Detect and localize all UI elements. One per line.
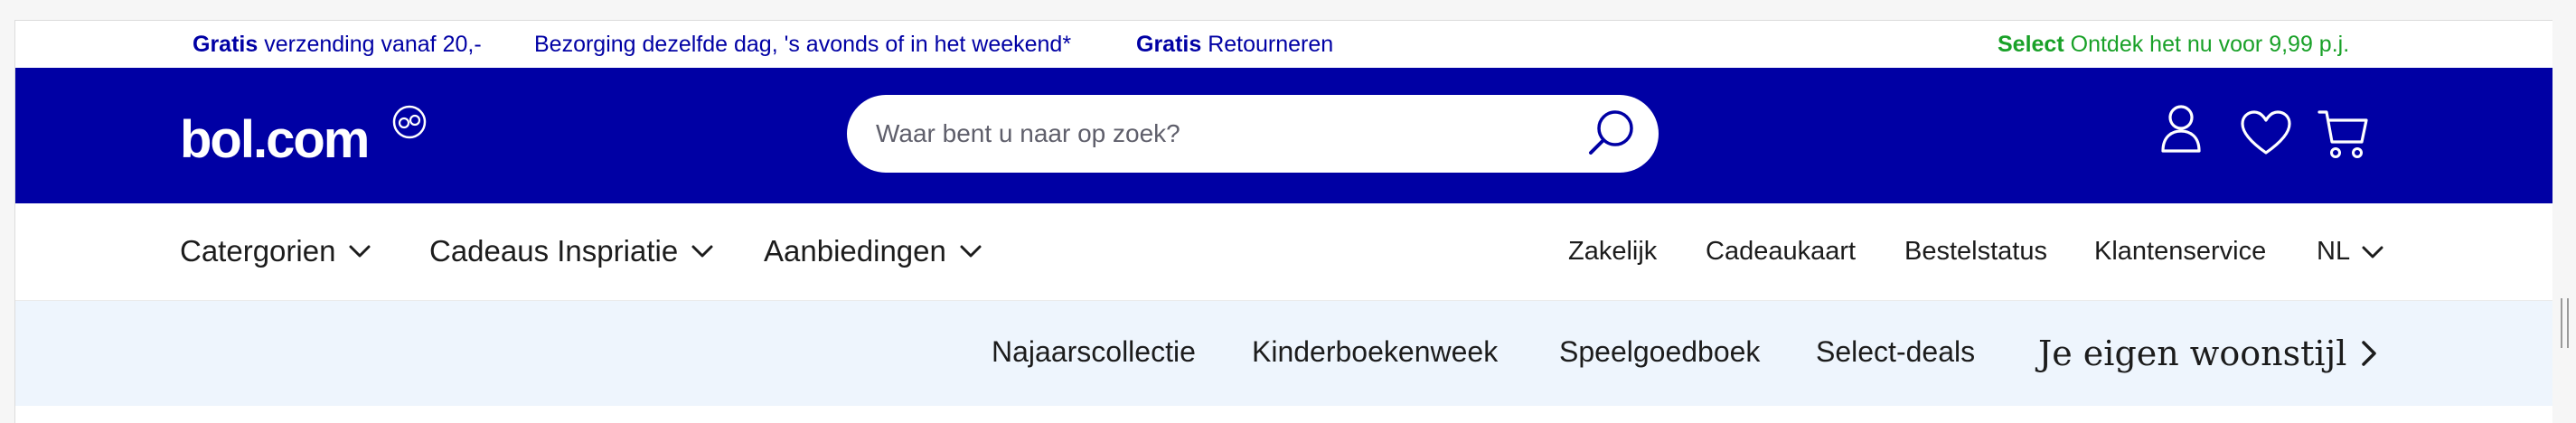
promo-shipping-bold: Gratis (193, 32, 259, 57)
nav-offers-label: Aanbiedingen (764, 234, 946, 268)
nav-giftcard-link[interactable]: Cadeaukaart (1706, 237, 1856, 267)
search-button[interactable] (1584, 107, 1639, 161)
promo-returns-text: Retourneren (1201, 32, 1334, 57)
main-nav: Catergorien Cadeaus Inspriatie Aanbiedin… (15, 203, 2552, 301)
subnav-interior-style-label: Je eigen woonstijl (2038, 334, 2347, 373)
promo-bar: Gratis verzending vanaf 20,- Bezorging d… (15, 21, 2552, 68)
heart-icon[interactable] (2239, 109, 2293, 156)
cart-icon[interactable] (2317, 108, 2369, 162)
promo-shipping-text: verzending vanaf 20,- (258, 32, 482, 57)
search-icon (1589, 110, 1633, 155)
scrollbar-handle[interactable] (2561, 298, 2569, 348)
subnav-autumn-collection[interactable]: Najaarscollectie (992, 335, 1196, 369)
nav-offers[interactable]: Aanbiedingen (764, 234, 982, 268)
chevron-right-icon (2362, 341, 2377, 366)
chevron-down-icon (2362, 246, 2383, 258)
promo-delivery-link[interactable]: Bezorging dezelfde dag, 's avonds of in … (534, 28, 1071, 61)
bol-logo[interactable]: bol.com (180, 104, 442, 176)
promo-select-bold: Select (1998, 32, 2064, 57)
nav-categories-label: Catergorien (180, 234, 336, 268)
logo-text: bol.com (180, 110, 370, 169)
nav-categories[interactable]: Catergorien (180, 234, 371, 268)
promo-delivery-text: Bezorging dezelfde dag, 's avonds of in … (534, 32, 1072, 57)
subnav-select-deals[interactable]: Select-deals (1816, 335, 1975, 369)
logo-eyes-icon (392, 105, 427, 139)
promo-select-text: Ontdek het nu voor 9,99 p.j. (2064, 32, 2350, 57)
search-bar (847, 95, 1659, 173)
language-label: NL (2317, 237, 2351, 266)
language-selector[interactable]: NL (2317, 237, 2384, 267)
nav-gift-inspiration[interactable]: Cadeaus Inspriatie (429, 234, 714, 268)
subnav-toy-book[interactable]: Speelgoedboek (1559, 335, 1760, 369)
nav-business-link[interactable]: Zakelijk (1568, 237, 1657, 267)
site-header: bol.com (15, 68, 2552, 203)
subnav-interior-style[interactable]: Je eigen woonstijl (2038, 334, 2377, 373)
subnav-childrens-book-week[interactable]: Kinderboekenweek (1252, 335, 1498, 369)
chevron-down-icon (349, 245, 371, 258)
nav-customer-service-link[interactable]: Klantenservice (2094, 237, 2266, 267)
promo-returns-bold: Gratis (1136, 32, 1202, 57)
browser-viewport: Gratis verzending vanaf 20,- Bezorging d… (14, 20, 2552, 423)
chevron-down-icon (691, 245, 713, 258)
user-icon[interactable] (2156, 102, 2206, 156)
nav-gift-inspiration-label: Cadeaus Inspriatie (429, 234, 679, 268)
promo-select-link[interactable]: Select Ontdek het nu voor 9,99 p.j. (1998, 28, 2349, 61)
search-input[interactable] (876, 95, 1563, 173)
chevron-down-icon (960, 245, 982, 258)
nav-order-status-link[interactable]: Bestelstatus (1904, 237, 2047, 267)
promo-subnav: Najaarscollectie Kinderboekenweek Speelg… (15, 301, 2552, 406)
promo-free-shipping-link[interactable]: Gratis verzending vanaf 20,- (193, 28, 482, 61)
promo-returns-link[interactable]: Gratis Retourneren (1136, 28, 1333, 61)
